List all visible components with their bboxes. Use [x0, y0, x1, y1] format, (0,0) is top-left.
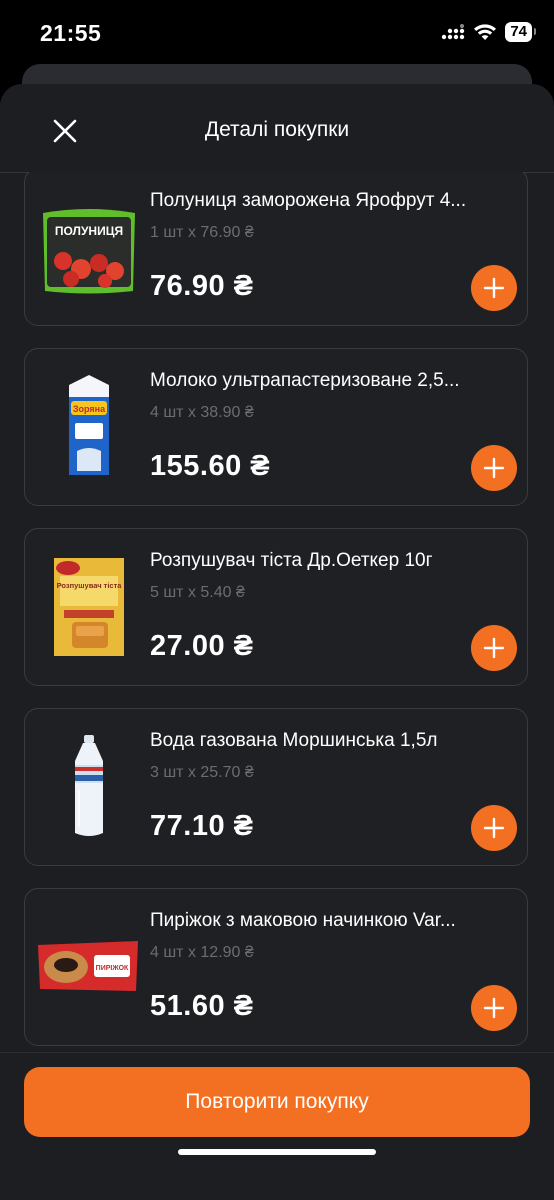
product-image: [39, 735, 139, 839]
product-image: Розпушувач тіста: [39, 555, 139, 659]
plus-icon: [483, 817, 505, 839]
add-to-cart-button[interactable]: [471, 985, 517, 1031]
svg-text:ПИРІЖОК: ПИРІЖОК: [96, 965, 129, 972]
svg-text:Розпушувач тіста: Розпушувач тіста: [57, 581, 123, 590]
baking-powder-pack-icon: Розпушувач тіста: [54, 558, 124, 656]
product-image: ПОЛУНИЦЯ: [39, 195, 139, 299]
purchase-details-sheet: Деталі покупки ПОЛУНИЦЯ Полуниця заморож…: [0, 84, 554, 1200]
svg-text:Зоряна: Зоряна: [73, 404, 106, 414]
product-name: Молоко ультрапастеризоване 2,5...: [150, 370, 460, 391]
product-name: Пиріжок з маковою начинкою Var...: [150, 910, 456, 931]
sheet-header: Деталі покупки: [0, 84, 554, 173]
status-bar: 21:55 74: [0, 0, 554, 64]
list-item: ПОЛУНИЦЯ Полуниця заморожена Ярофрут 4..…: [24, 172, 528, 326]
product-name: Розпушувач тіста Др.Оеткер 10г: [150, 550, 433, 571]
product-quantity: 4 шт x 38.90 ₴: [150, 404, 254, 421]
product-total: 51.60 ₴: [150, 990, 254, 1022]
product-quantity: 5 шт x 5.40 ₴: [150, 584, 245, 601]
add-to-cart-button[interactable]: [471, 445, 517, 491]
status-icons: 74: [441, 22, 536, 42]
wifi-icon: [474, 24, 497, 40]
sheet-footer: Повторити покупку: [0, 1052, 554, 1200]
add-to-cart-button[interactable]: [471, 265, 517, 311]
battery-indicator: 74: [505, 22, 536, 42]
product-name: Полуниця заморожена Ярофрут 4...: [150, 190, 467, 211]
product-total: 27.00 ₴: [150, 630, 254, 662]
product-total: 77.10 ₴: [150, 810, 254, 842]
product-quantity: 1 шт x 76.90 ₴: [150, 224, 254, 241]
repeat-purchase-button[interactable]: Повторити покупку: [24, 1067, 530, 1137]
product-total: 155.60 ₴: [150, 450, 271, 482]
water-bottle-icon: [75, 735, 103, 836]
product-image: Зоряна: [39, 375, 139, 479]
page-title: Деталі покупки: [204, 118, 350, 141]
milk-carton-icon: Зоряна: [69, 375, 109, 475]
product-total: 76.90 ₴: [150, 270, 254, 302]
status-time: 21:55: [40, 20, 102, 46]
plus-icon: [483, 277, 505, 299]
list-item: Розпушувач тіста Розпушувач тіста Др.Оет…: [24, 528, 528, 686]
product-quantity: 4 шт x 12.90 ₴: [150, 944, 254, 961]
purchase-item-list[interactable]: ПОЛУНИЦЯ Полуниця заморожена Ярофрут 4..…: [0, 172, 554, 1052]
plus-icon: [483, 997, 505, 1019]
home-indicator[interactable]: [178, 1149, 376, 1155]
cellular-signal-icon: [442, 24, 465, 40]
plus-icon: [483, 637, 505, 659]
strawberry-bag-icon: ПОЛУНИЦЯ: [43, 209, 135, 294]
product-image: ПИРІЖОК: [35, 915, 141, 1019]
product-quantity: 3 шт x 25.70 ₴: [150, 764, 254, 781]
pastry-pack-icon: ПИРІЖОК: [38, 941, 138, 991]
product-name: Вода газована Моршинська 1,5л: [150, 730, 438, 751]
add-to-cart-button[interactable]: [471, 625, 517, 671]
svg-text:ПОЛУНИЦЯ: ПОЛУНИЦЯ: [55, 224, 123, 238]
list-item: Зоряна Молоко ультрапастеризоване 2,5...…: [24, 348, 528, 506]
list-item: Вода газована Моршинська 1,5л 3 шт x 25.…: [24, 708, 528, 866]
plus-icon: [483, 457, 505, 479]
add-to-cart-button[interactable]: [471, 805, 517, 851]
list-item: ПИРІЖОК Пиріжок з маковою начинкою Var..…: [24, 888, 528, 1046]
